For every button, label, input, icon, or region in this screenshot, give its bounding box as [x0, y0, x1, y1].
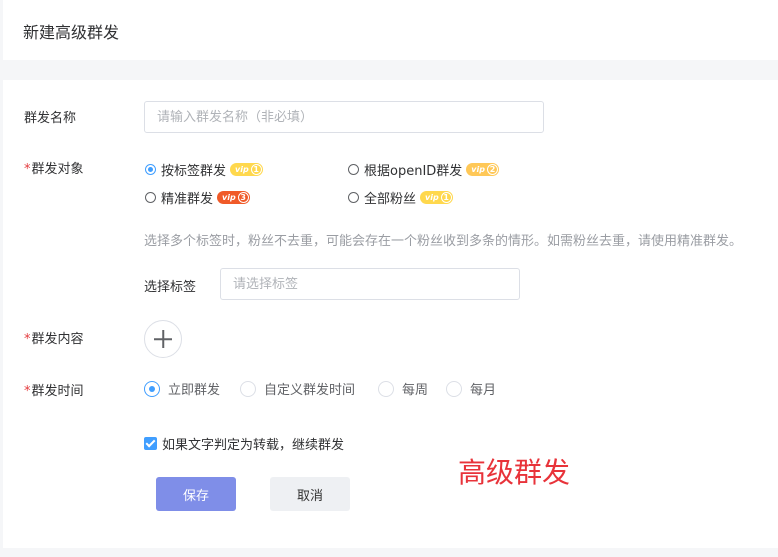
radio-unchecked-icon — [145, 192, 156, 203]
repost-checkbox[interactable]: 如果文字判定为转载，继续群发 — [144, 434, 344, 453]
save-button[interactable]: 保存 — [156, 477, 236, 511]
target-option-by-openid[interactable]: 根据openID群发 vip 2 — [348, 160, 499, 179]
time-option-label: 每周 — [402, 383, 429, 398]
radio-checked-icon — [144, 380, 160, 397]
vip-badge-text: vip — [222, 193, 236, 202]
time-option-monthly[interactable]: 每月 — [446, 379, 496, 398]
target-option-label: 全部粉丝 — [364, 192, 417, 207]
radio-checked-icon — [145, 164, 156, 175]
form-panel — [3, 80, 778, 548]
vip-badge-text: vip — [425, 193, 439, 202]
time-option-label: 自定义群发时间 — [264, 383, 356, 398]
content-label: *群发内容 — [24, 328, 84, 347]
target-option-precise[interactable]: 精准群发 vip 3 — [145, 188, 250, 207]
cancel-button[interactable]: 取消 — [270, 477, 350, 511]
required-mark: * — [24, 384, 31, 399]
radio-unchecked-icon — [348, 164, 359, 175]
vip-badge-text: vip — [471, 165, 485, 174]
radio-unchecked-icon — [240, 380, 256, 397]
tag-label: 选择标签 — [144, 280, 197, 295]
time-option-custom[interactable]: 自定义群发时间 — [240, 379, 355, 398]
required-mark: * — [24, 162, 31, 177]
target-option-label: 精准群发 — [161, 192, 214, 207]
time-option-immediate[interactable]: 立即群发 — [144, 379, 220, 398]
vip-level: 2 — [486, 164, 498, 175]
target-option-by-tag[interactable]: 按标签群发 vip 1 — [145, 160, 263, 179]
target-hint: 选择多个标签时，粉丝不去重，可能会存在一个粉丝收到多条的情形。如需粉丝去重，请使… — [144, 234, 743, 249]
target-label: *群发对象 — [24, 158, 84, 177]
tag-select[interactable] — [220, 268, 520, 300]
vip-level: 3 — [237, 192, 249, 203]
radio-unchecked-icon — [378, 380, 394, 397]
required-mark: * — [24, 332, 31, 347]
target-option-label: 按标签群发 — [161, 164, 227, 179]
name-input[interactable] — [144, 101, 544, 133]
vip-badge: vip 3 — [217, 191, 250, 204]
name-label: 群发名称 — [24, 111, 77, 126]
add-content-button[interactable] — [144, 320, 182, 358]
time-label: *群发时间 — [24, 380, 84, 399]
vip-badge: vip 1 — [420, 191, 453, 204]
time-label-text: 群发时间 — [31, 384, 84, 399]
target-option-label: 根据openID群发 — [364, 164, 463, 179]
vip-level: 1 — [250, 164, 262, 175]
vip-level: 1 — [440, 192, 452, 203]
vip-badge: vip 1 — [230, 163, 263, 176]
radio-unchecked-icon — [348, 192, 359, 203]
radio-unchecked-icon — [446, 380, 462, 397]
repost-label: 如果文字判定为转载，继续群发 — [162, 438, 345, 453]
page-title: 新建高级群发 — [23, 23, 120, 42]
vip-badge: vip 2 — [466, 163, 499, 176]
page-header: 新建高级群发 — [3, 0, 778, 60]
checkbox-checked-icon — [144, 437, 157, 450]
vip-badge-text: vip — [235, 165, 249, 174]
time-option-label: 每月 — [470, 383, 497, 398]
target-option-all-fans[interactable]: 全部粉丝 vip 1 — [348, 188, 453, 207]
time-option-weekly[interactable]: 每周 — [378, 379, 428, 398]
overlay-caption: 高级群发 — [458, 456, 571, 489]
time-option-label: 立即群发 — [168, 383, 221, 398]
content-label-text: 群发内容 — [31, 332, 84, 347]
target-label-text: 群发对象 — [31, 162, 84, 177]
